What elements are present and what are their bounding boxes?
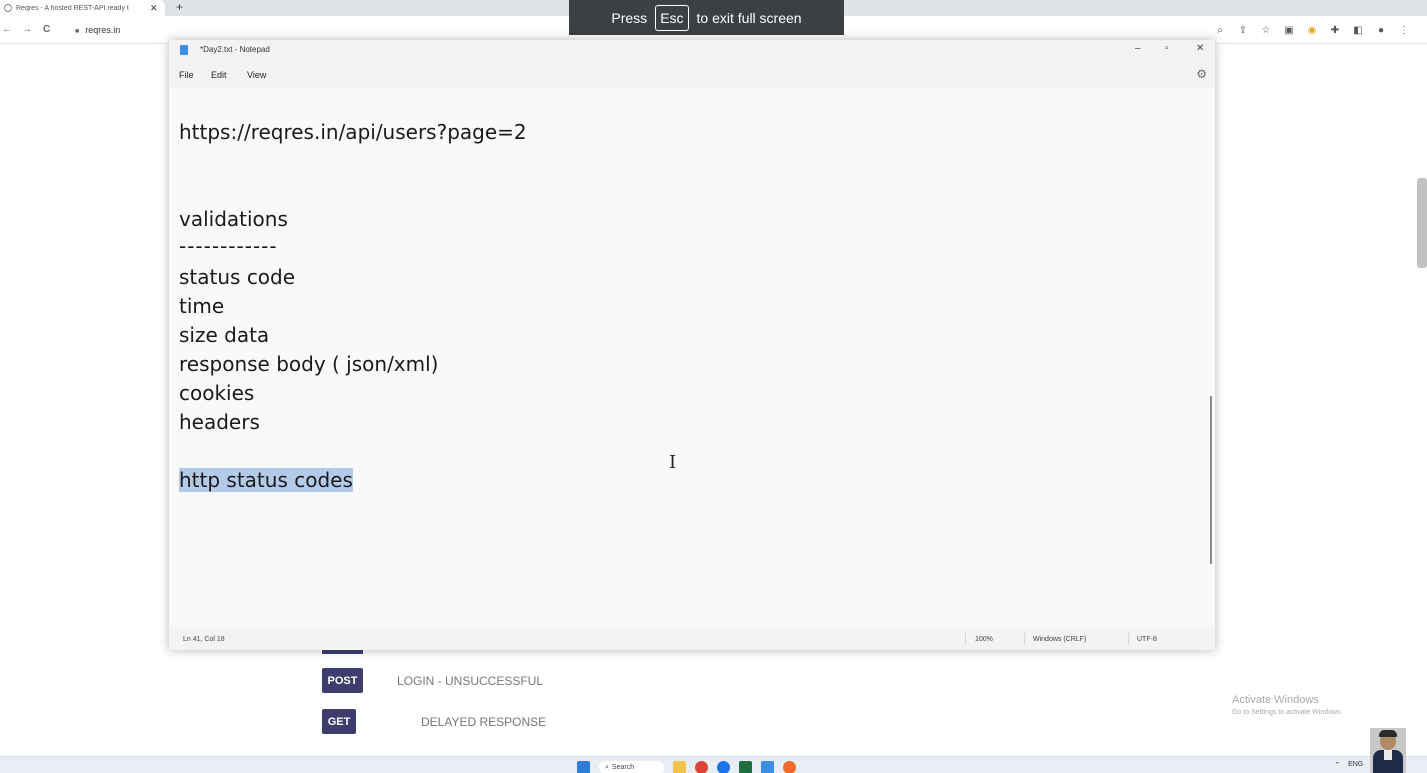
screen: Reqres - A hosted REST-API ready t ✕ + ←…: [0, 0, 1427, 773]
profile-icon[interactable]: ●: [1374, 23, 1388, 37]
status-position: Ln 41, Col 18: [183, 636, 225, 643]
postman-icon[interactable]: [783, 761, 796, 773]
bookmark-star-icon[interactable]: ☆: [1259, 23, 1273, 37]
sidepanel-icon[interactable]: ◧: [1351, 23, 1365, 37]
menu-view[interactable]: View: [247, 70, 266, 80]
gear-icon[interactable]: ⚙: [1196, 67, 1207, 81]
maximize-icon[interactable]: ▫: [1165, 43, 1169, 54]
status-divider: [1128, 633, 1129, 645]
kebab-menu-icon[interactable]: ⋮: [1397, 23, 1411, 37]
method-badge: GET: [322, 709, 356, 734]
notepad-window: *Day2.txt - Notepad – ▫ ✕ File Edit View…: [169, 40, 1215, 650]
text-line-response-body: response body ( json/xml): [179, 352, 439, 376]
status-encoding: UTF-8: [1137, 636, 1157, 643]
notepad-menubar: File Edit View ⚙: [169, 62, 1215, 88]
puzzle-icon[interactable]: ✚: [1328, 23, 1342, 37]
taskbar-icons: ⌕ Search: [577, 761, 796, 773]
excel-icon[interactable]: [739, 761, 752, 773]
browser-tab[interactable]: Reqres - A hosted REST-API ready t ✕: [0, 0, 165, 16]
status-zoom: 100%: [975, 636, 993, 643]
taskbar-search-label: Search: [611, 764, 635, 771]
selected-text: http status codes: [179, 468, 353, 492]
windows-start-icon[interactable]: [577, 761, 590, 773]
search-icon: ⌕: [605, 763, 609, 771]
editor-scrollbar[interactable]: [1210, 396, 1212, 564]
globe-icon: [4, 4, 12, 12]
esc-key: Esc: [655, 4, 689, 31]
webcam-overlay: [1370, 728, 1406, 773]
activate-title: Activate Windows: [1232, 694, 1319, 706]
text-line-url: https://reqres.in/api/users?page=2: [179, 120, 527, 144]
notepad-icon: [180, 45, 188, 55]
text-line-validations: validations: [179, 207, 288, 231]
text-line-headers: headers: [179, 410, 260, 434]
close-icon[interactable]: ✕: [150, 3, 158, 14]
text-line-dashes: ------------: [179, 234, 278, 258]
notepad-statusbar: Ln 41, Col 18 100% Windows (CRLF) UTF-8: [169, 628, 1215, 650]
taskbar-search[interactable]: ⌕ Search: [599, 761, 664, 773]
person-collar: [1384, 750, 1392, 760]
edge-icon[interactable]: [717, 761, 730, 773]
lock-icon: ■: [75, 28, 80, 35]
person-hair: [1379, 730, 1397, 737]
extension-icon[interactable]: ▣: [1282, 23, 1296, 37]
tab-title: Reqres - A hosted REST-API ready t: [16, 4, 129, 12]
fullscreen-notice: Press Esc to exit full screen: [569, 0, 844, 35]
url-field[interactable]: ■ reqres.in: [75, 25, 120, 35]
new-tab-button[interactable]: +: [176, 0, 183, 14]
forward-icon[interactable]: →: [22, 24, 32, 35]
text-line-size-data: size data: [179, 323, 270, 347]
text-line-status-code: status code: [179, 265, 296, 289]
endpoint-row[interactable]: POST LOGIN - UNSUCCESSFUL: [322, 668, 543, 693]
method-badge: POST: [322, 668, 363, 693]
back-icon[interactable]: ←: [2, 24, 12, 35]
menu-file[interactable]: File: [179, 70, 194, 80]
ibeam-cursor-icon: I: [669, 452, 677, 473]
notice-text: to exit full screen: [696, 9, 802, 26]
text-line-selected: http status codes: [179, 468, 353, 492]
minimize-icon[interactable]: –: [1135, 43, 1141, 54]
reload-icon[interactable]: C: [43, 24, 50, 35]
endpoint-label: DELAYED RESPONSE: [421, 714, 547, 729]
activate-windows-watermark: Activate Windows Go to Settings to activ…: [1232, 694, 1343, 716]
chrome-icon[interactable]: [695, 761, 708, 773]
file-explorer-icon[interactable]: [673, 761, 686, 773]
activate-sub: Go to Settings to activate Windows.: [1232, 709, 1343, 716]
notice-press: Press: [611, 9, 648, 26]
endpoint-row[interactable]: GET DELAYED RESPONSE: [322, 709, 546, 734]
text-editor-area[interactable]: https://reqres.in/api/users?page=2 valid…: [169, 88, 1215, 628]
share-icon[interactable]: ⇪: [1236, 23, 1250, 37]
chevron-up-icon[interactable]: ⌃: [1334, 761, 1340, 769]
url-text: reqres.in: [85, 25, 121, 35]
notepad-taskbar-icon[interactable]: [761, 761, 774, 773]
text-line-time: time: [179, 294, 225, 318]
status-line-ending: Windows (CRLF): [1033, 636, 1087, 643]
text-line-cookies: cookies: [179, 381, 255, 405]
endpoint-label: LOGIN - UNSUCCESSFUL: [397, 673, 544, 688]
browser-toolbar: ⌕ ⇪ ☆ ▣ ◉ ✚ ◧ ● ⋮: [1213, 23, 1411, 37]
notepad-titlebar[interactable]: *Day2.txt - Notepad – ▫ ✕: [169, 40, 1215, 62]
language-indicator[interactable]: ENG: [1348, 761, 1363, 769]
status-divider: [1024, 633, 1025, 645]
menu-edit[interactable]: Edit: [211, 70, 227, 80]
page-scrollbar[interactable]: [1417, 178, 1427, 268]
close-icon[interactable]: ✕: [1196, 43, 1204, 54]
status-divider: [965, 633, 966, 645]
notepad-title: *Day2.txt - Notepad: [200, 45, 270, 54]
taskbar: ⌕Search ⌃ ENG ◔ ◂: [0, 756, 1427, 773]
zoom-icon[interactable]: ⌕: [1213, 23, 1227, 37]
extension-color-icon[interactable]: ◉: [1305, 23, 1319, 37]
